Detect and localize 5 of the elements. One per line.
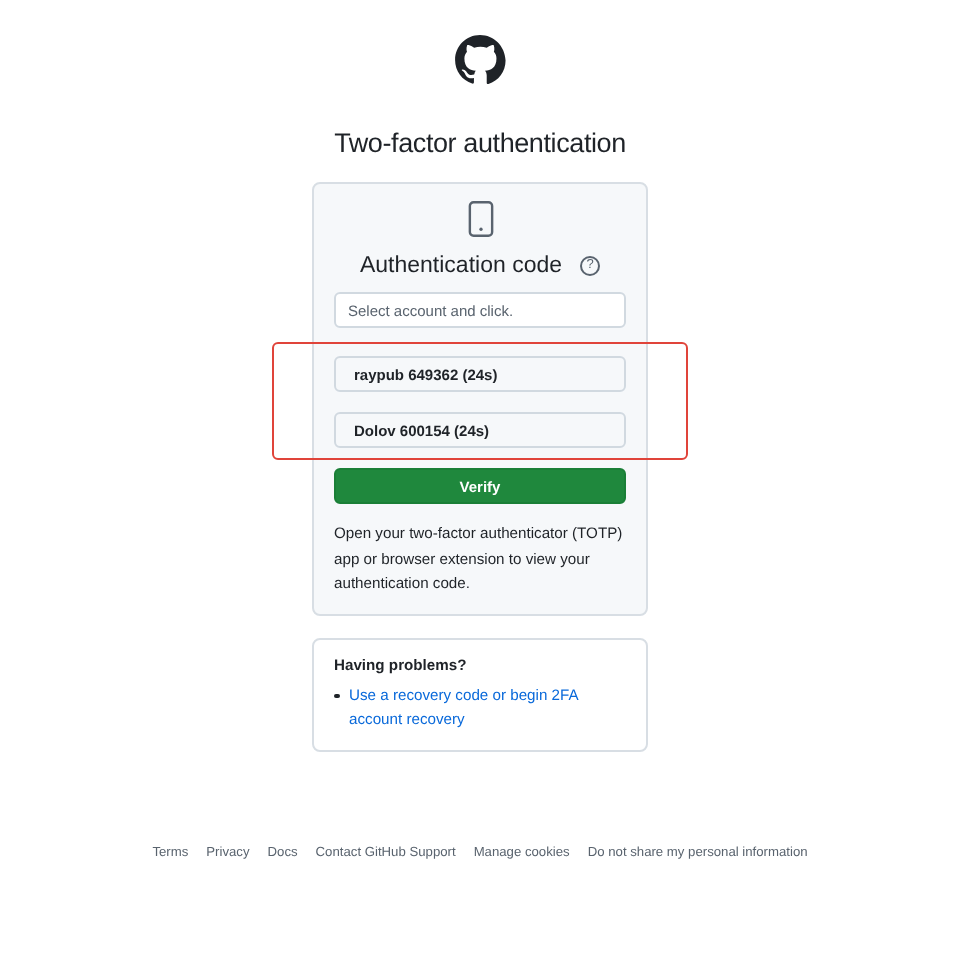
- card-heading: Authentication code: [359, 254, 563, 278]
- logo-icon[interactable]: [454, 34, 506, 86]
- page-title: Two-factor authentication: [334, 126, 626, 162]
- phone-icon: [467, 200, 493, 238]
- bullet-icon: [334, 693, 339, 698]
